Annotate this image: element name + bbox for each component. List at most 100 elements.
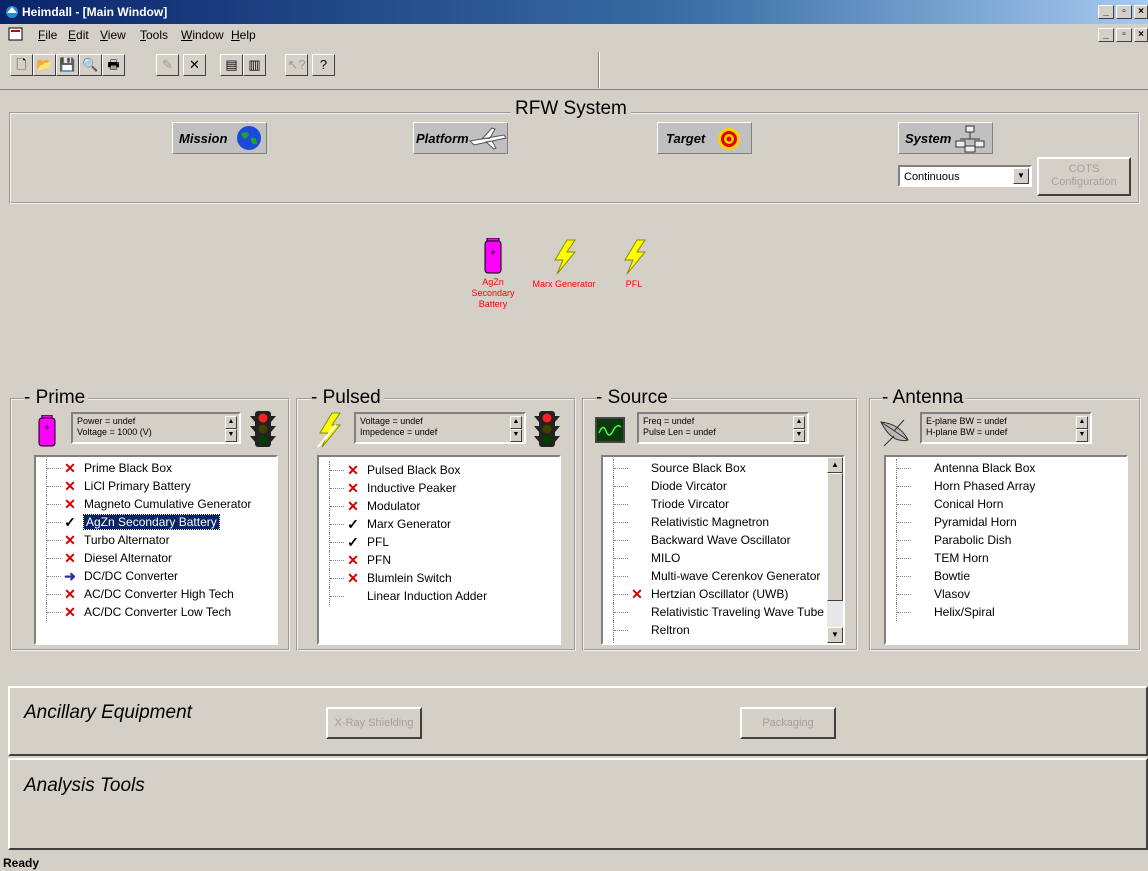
scrollbar-thumb[interactable] [827,473,843,601]
list-item[interactable]: ✕ Hertzian Oscillator (UWB) [603,585,843,603]
list-item[interactable]: Antenna Black Box [886,459,1126,477]
menu-tools[interactable]: Tools [140,28,168,42]
tree-connector [46,495,61,513]
list-item[interactable]: ✕ LiCl Primary Battery [36,477,276,495]
scroll-down-icon[interactable]: ▼ [1076,429,1088,442]
list-item[interactable]: Source Black Box [603,459,843,477]
delete-icon[interactable]: ✕ [183,54,206,76]
scroll-up-icon[interactable]: ▲ [225,416,237,429]
status-bar: Ready [0,852,1148,871]
list-item[interactable]: ✕ Magneto Cumulative Generator [36,495,276,513]
scroll-down-icon[interactable]: ▼ [510,429,522,442]
list-item[interactable]: ✕ AC/DC Converter Low Tech [36,603,276,621]
tree-connector [613,639,627,643]
mdi-restore-button[interactable]: ▫ [1116,28,1132,42]
selected-component-marx[interactable]: Marx Generator [524,238,604,290]
scroll-up-icon[interactable]: ▲ [1076,416,1088,429]
selected-component-battery[interactable]: + AgZn Secondary Battery [468,237,518,310]
scroll-down-icon[interactable]: ▼ [225,429,237,442]
edit-icon[interactable]: ✎ [156,54,179,76]
list-item[interactable]: Bowtie [886,567,1126,585]
list-item[interactable]: ✕ Inductive Peaker [319,479,559,497]
list-item[interactable]: ✕ Prime Black Box [36,459,276,477]
xray-shielding-button[interactable]: X-Ray Shielding [326,707,422,739]
context-help-icon[interactable]: ↖? [285,54,308,76]
antenna-title: - Antenna [882,387,967,409]
list-item[interactable]: Horn Phased Array [886,477,1126,495]
list-item[interactable]: ✕ Pulsed Black Box [319,461,559,479]
scroll-down-icon[interactable]: ▼ [827,627,843,643]
menu-window[interactable]: Window [181,28,224,42]
packaging-button[interactable]: Packaging [740,707,836,739]
list-item[interactable]: Mode Converter TM-TE [603,639,843,643]
list-item[interactable]: Linear Induction Adder [319,587,559,605]
list-item[interactable]: Diode Vircator [603,477,843,495]
list-item[interactable]: ✕ Diesel Alternator [36,549,276,567]
list-item[interactable]: ✓ Marx Generator [319,515,559,533]
list-item[interactable]: MILO [603,549,843,567]
target-button[interactable]: Target [657,122,752,154]
list-item[interactable]: TEM Horn [886,549,1126,567]
menu-edit[interactable]: Edit [68,28,89,42]
help-icon[interactable]: ? [312,54,335,76]
open-icon[interactable]: 📂 [33,54,56,76]
chevron-down-icon[interactable]: ▼ [1013,168,1029,184]
cots-configuration-button[interactable]: COTS Configuration [1037,157,1131,196]
source-list[interactable]: Source Black Box Diode Vircator Triode Vir… [601,455,845,645]
list-item[interactable]: ➜ DC/DC Converter [36,567,276,585]
list-item[interactable]: ✓ PFL [319,533,559,551]
doc-icon[interactable] [8,27,24,44]
selected-component-pfl[interactable]: PFL [614,238,654,290]
print-icon[interactable]: 🖶 [102,54,125,76]
source-param-freq: Freq = undef [643,416,695,426]
prime-list[interactable]: ✕ Prime Black Box ✕ LiCl Primary Battery ✕ Ma… [34,455,278,645]
mission-button[interactable]: Mission [172,122,267,154]
save-icon[interactable]: 💾 [56,54,79,76]
menu-file[interactable]: File [38,28,57,42]
list-item-label: Turbo Alternator [84,533,170,547]
list-item[interactable]: Relativistic Magnetron [603,513,843,531]
mdi-minimize-button[interactable]: _ [1098,28,1114,42]
system-button[interactable]: System [898,122,993,154]
tree-connector [329,533,344,551]
list-item[interactable]: Pyramidal Horn [886,513,1126,531]
antenna-list[interactable]: Antenna Black Box Horn Phased Array Conica… [884,455,1128,645]
minimize-button[interactable]: _ [1098,5,1114,19]
properties2-icon[interactable]: ▥ [243,54,266,76]
tree-connector [896,585,911,603]
list-item[interactable]: Reltron [603,621,843,639]
find-icon[interactable]: 🔍 [79,54,102,76]
list-item[interactable]: Vlasov [886,585,1126,603]
platform-button[interactable]: Platform [413,122,508,154]
list-item[interactable]: Conical Horn [886,495,1126,513]
mdi-close-button[interactable]: × [1134,28,1148,42]
scroll-up-icon[interactable]: ▲ [827,457,843,473]
list-item[interactable]: Relativistic Traveling Wave Tube [603,603,843,621]
list-item[interactable]: ✕ Modulator [319,497,559,515]
menu-view[interactable]: View [100,28,126,42]
menu-help[interactable]: Help [231,28,256,42]
source-list-scrollbar[interactable]: ▲ ▼ [827,457,843,643]
close-button[interactable]: × [1134,5,1148,19]
properties-icon[interactable]: ▤ [220,54,243,76]
list-item[interactable]: ✕ PFN [319,551,559,569]
list-item[interactable]: Multi-wave Cerenkov Generator [603,567,843,585]
scroll-up-icon[interactable]: ▲ [793,416,805,429]
list-item[interactable]: Helix/Spiral [886,603,1126,621]
list-item[interactable]: ✓ AgZn Secondary Battery [36,513,276,531]
new-icon[interactable]: 🗋 [10,54,33,76]
pulsed-params: Voltage = undef Impedence = undef ▲ ▼ [354,412,526,444]
restore-button[interactable]: ▫ [1116,5,1132,19]
list-item[interactable]: ✕ Blumlein Switch [319,569,559,587]
list-item[interactable]: ✕ AC/DC Converter High Tech [36,585,276,603]
list-item[interactable]: Parabolic Dish [886,531,1126,549]
list-item[interactable]: Backward Wave Oscillator [603,531,843,549]
list-item-label: Bowtie [934,569,971,583]
pulsed-list[interactable]: ✕ Pulsed Black Box ✕ Inductive Peaker ✕ Modul… [317,455,561,645]
mode-dropdown[interactable]: Continuous ▼ [898,165,1032,187]
scroll-down-icon[interactable]: ▼ [793,429,805,442]
list-item[interactable]: Triode Vircator [603,495,843,513]
lightning-icon [549,239,579,278]
scroll-up-icon[interactable]: ▲ [510,416,522,429]
list-item[interactable]: ✕ Turbo Alternator [36,531,276,549]
